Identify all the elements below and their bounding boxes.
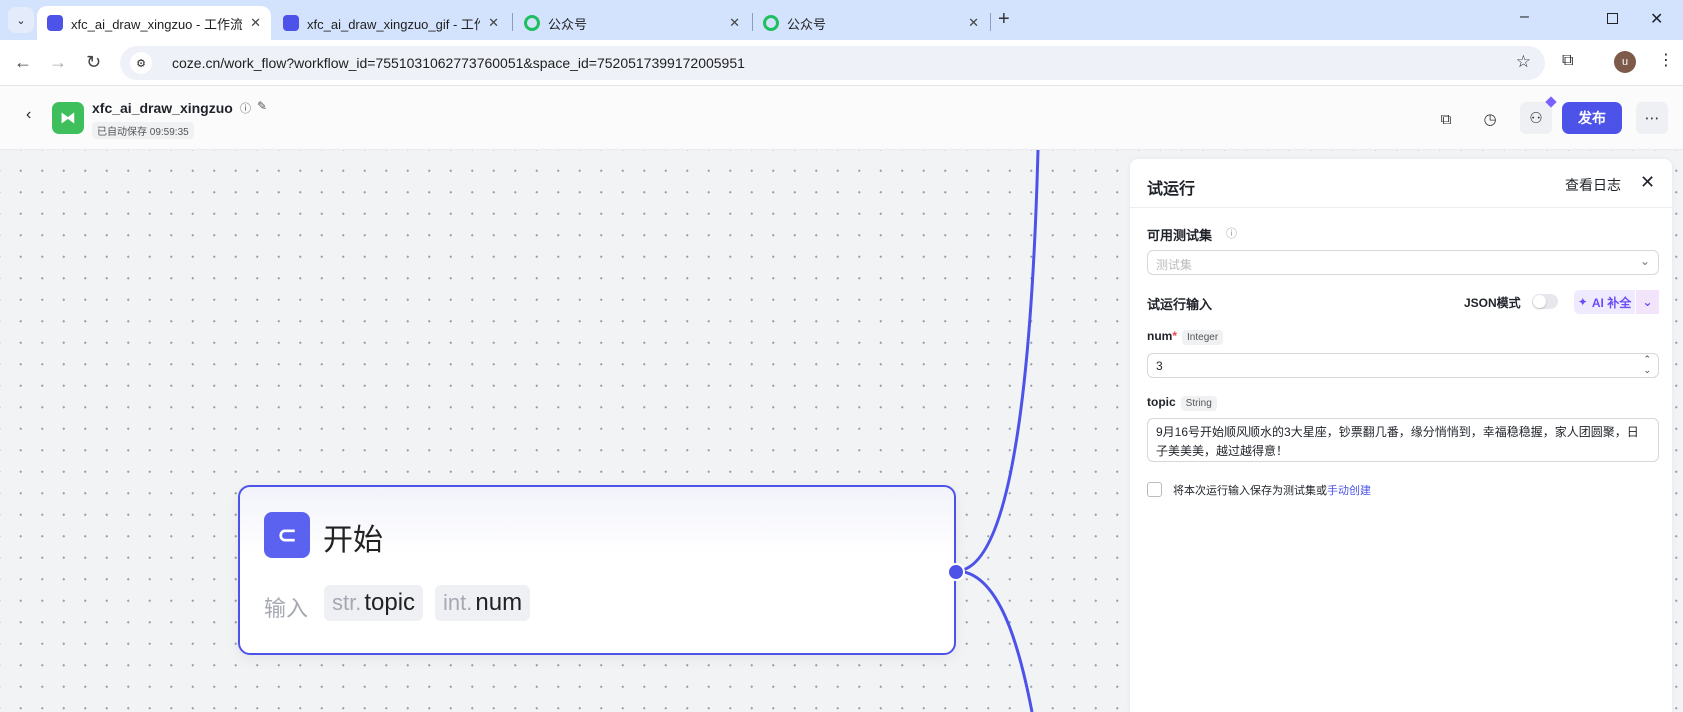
wechat-mp-icon: [524, 15, 540, 31]
avatar[interactable]: u: [1614, 51, 1636, 73]
autosave-status: 已自动保存 09:59:35: [92, 122, 194, 139]
bookmark-star-icon[interactable]: ☆: [1516, 52, 1531, 72]
wechat-mp-icon: [763, 15, 779, 31]
tab-4[interactable]: 公众号 ✕: [753, 6, 989, 40]
new-tab-button[interactable]: +: [998, 8, 1010, 31]
testset-label: 可用测试集: [1147, 228, 1213, 243]
history-icon[interactable]: ◷: [1475, 104, 1505, 134]
coze-icon: [283, 15, 299, 31]
save-testset-text: 将本次运行输入保存为测试集或手动创建: [1173, 485, 1371, 497]
topic-textarea[interactable]: 9月16号开始顺风顺水的3大星座，钞票翻几番，缘分悄悄到，幸福稳稳握，家人团圆聚…: [1147, 418, 1659, 462]
workflow-title: xfc_ai_draw_xingzuo: [92, 100, 233, 116]
stepper-icon[interactable]: ⌃ ⌄: [1643, 354, 1651, 376]
num-input[interactable]: 3 ⌃ ⌄: [1147, 353, 1659, 378]
close-tab-icon[interactable]: ✕: [488, 15, 499, 31]
reload-icon[interactable]: ↻: [86, 52, 101, 73]
testset-select[interactable]: 测试集 ⌄: [1147, 250, 1659, 275]
input-label: 输入: [264, 596, 309, 621]
collaborators-icon[interactable]: ⚇: [1520, 96, 1557, 134]
chevron-down-icon[interactable]: ⌄: [1635, 290, 1659, 314]
test-run-panel: 试运行 查看日志 ✕ 可用测试集 ⓘ 测试集 ⌄ 试运行输入 JSON模式 ✦ AI…: [1130, 159, 1672, 712]
copy-icon[interactable]: ⧉: [1431, 104, 1461, 134]
badge-icon: [1545, 96, 1557, 108]
tab-2[interactable]: xfc_ai_draw_xingzuo_gif - 工作流✕: [273, 6, 509, 40]
tab-3[interactable]: 公众号 ✕: [514, 6, 750, 40]
manual-create-link[interactable]: 手动创建: [1327, 485, 1371, 497]
edge-down: [955, 569, 1034, 712]
maximize-button[interactable]: [1607, 13, 1618, 24]
site-settings-icon[interactable]: ⚙: [130, 52, 152, 74]
ai-fill-button[interactable]: ✦ AI 补全 ⌄: [1574, 290, 1659, 314]
sparkle-icon: ✦: [1577, 295, 1588, 309]
browser-tab-bar: ⌄ xfc_ai_draw_xingzuo - 工作流 ✕ xfc_ai_draw…: [0, 0, 1683, 40]
chevron-down-icon: ⌄: [1639, 254, 1650, 268]
back-chevron-icon[interactable]: ‹: [26, 106, 31, 124]
type-tag: String: [1180, 396, 1217, 411]
close-tab-icon[interactable]: ✕: [250, 15, 261, 31]
more-icon[interactable]: ⋯: [1636, 102, 1668, 134]
param-chip: str. topic: [324, 585, 424, 621]
close-tab-icon[interactable]: ✕: [729, 15, 740, 31]
start-node-icon: ⊂: [264, 512, 310, 558]
panel-title: 试运行: [1147, 181, 1196, 198]
edge-up: [955, 150, 1040, 573]
view-logs-button[interactable]: 查看日志: [1565, 175, 1621, 195]
type-tag: Integer: [1182, 330, 1224, 345]
json-mode-toggle[interactable]: [1532, 294, 1558, 309]
save-testset-checkbox[interactable]: [1147, 482, 1162, 497]
output-port[interactable]: [947, 563, 965, 581]
app-header: ‹ ⧓ xfc_ai_draw_xingzuo ⓘ ✎ 已自动保存 09:59:…: [0, 86, 1683, 150]
url-input[interactable]: ⚙ coze.cn/work_flow?workflow_id=75510310…: [120, 46, 1545, 80]
publish-button[interactable]: 发布: [1562, 102, 1622, 134]
node-title: 开始: [323, 524, 383, 557]
address-bar-row: ← → ↻ ⚙ coze.cn/work_flow?workflow_id=75…: [0, 40, 1683, 86]
close-tab-icon[interactable]: ✕: [968, 15, 979, 31]
info-icon[interactable]: ⓘ: [1226, 225, 1237, 241]
tab-1[interactable]: xfc_ai_draw_xingzuo - 工作流 ✕: [37, 6, 271, 40]
param-list: str. topic int. num: [324, 585, 531, 621]
edit-icon[interactable]: ✎: [257, 99, 267, 113]
menu-kebab-icon[interactable]: ⋮: [1658, 50, 1674, 70]
json-mode-label: JSON模式: [1464, 296, 1521, 310]
back-icon[interactable]: ←: [14, 52, 32, 73]
extensions-icon[interactable]: ⧉: [1562, 52, 1573, 70]
coze-icon: [47, 15, 63, 31]
field-label-num: num* Integer: [1147, 329, 1224, 345]
field-label-topic: topic String: [1147, 395, 1217, 411]
workflow-logo-icon: ⧓: [52, 102, 84, 134]
forward-icon[interactable]: →: [49, 52, 67, 73]
close-window-button[interactable]: ✕: [1650, 9, 1663, 29]
info-icon[interactable]: ⓘ: [240, 100, 251, 116]
start-node[interactable]: ⊂ 开始 输入 str. topic int. num: [238, 485, 965, 655]
minimize-button[interactable]: –: [1520, 8, 1529, 26]
tab-search-button[interactable]: ⌄: [8, 7, 34, 33]
run-input-label: 试运行输入: [1147, 297, 1213, 312]
close-icon[interactable]: ✕: [1640, 172, 1655, 193]
param-chip: int. num: [435, 585, 531, 621]
